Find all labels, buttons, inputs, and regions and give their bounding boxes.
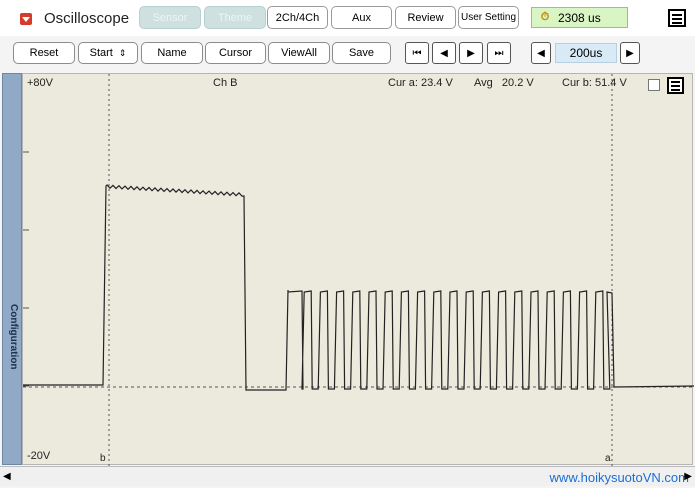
save-button[interactable]: Save [332, 42, 391, 64]
scope-display[interactable]: +80V Ch B Cur a: 23.4 V Avg 20.2 V Cur b… [22, 73, 694, 466]
last-icon[interactable]: ⏭ [487, 42, 511, 64]
waveform-plot [23, 74, 694, 466]
watermark: www.hoikysuotoVN.com [549, 470, 689, 485]
tab-theme: Theme [204, 6, 266, 29]
average-readout: Avg 20.2 V [474, 77, 534, 89]
channel-label: Ch B [213, 77, 238, 89]
configuration-panel-tab[interactable]: Configuration [2, 73, 22, 465]
tab-review[interactable]: Review [395, 6, 456, 29]
first-icon[interactable]: ⏮ [405, 42, 429, 64]
start-button-label: Start [89, 47, 113, 59]
updown-icon: ⇕ [118, 47, 127, 58]
time-display-value: 2308 us [558, 10, 601, 25]
viewall-button[interactable]: ViewAll [268, 42, 330, 64]
scope-checkbox[interactable] [648, 79, 660, 91]
scroll-right-icon[interactable]: ▶ [684, 471, 692, 482]
configuration-label: Configuration [8, 304, 19, 370]
scroll-left-icon[interactable]: ◀ [3, 471, 11, 482]
tab-sensor: Sensor [139, 6, 201, 29]
tab-2ch-4ch[interactable]: 2Ch/4Ch [267, 6, 328, 29]
time-display: ⏱ 2308 us [531, 7, 628, 28]
start-button[interactable]: Start ⇕ [78, 42, 138, 64]
bottom-voltage-label: -20V [27, 450, 51, 462]
main-menu-icon[interactable] [668, 9, 686, 27]
reset-button[interactable]: Reset [13, 42, 75, 64]
cursor-b-readout: Cur b: 51.4 V [562, 77, 627, 89]
top-voltage-label: +80V [27, 77, 53, 89]
next-icon[interactable]: ▶ [459, 42, 483, 64]
name-button[interactable]: Name [141, 42, 203, 64]
timebase-decrease-icon[interactable]: ◀ [531, 42, 551, 64]
channel-b-trace [23, 184, 694, 391]
oscilloscope-window: Oscilloscope Sensor Theme 2Ch/4Ch Aux Re… [0, 0, 695, 488]
top-bar: Oscilloscope Sensor Theme 2Ch/4Ch Aux Re… [0, 0, 695, 36]
cursor-b-marker[interactable]: b [100, 453, 106, 464]
horizontal-scrollbar[interactable]: ◀ www.hoikysuotoVN.com ▶ [0, 466, 695, 486]
app-menu-icon[interactable] [20, 13, 32, 25]
prev-icon[interactable]: ◀ [432, 42, 456, 64]
cursor-a-readout: Cur a: 23.4 V [388, 77, 453, 89]
cursor-button[interactable]: Cursor [205, 42, 266, 64]
timebase-increase-icon[interactable]: ▶ [620, 42, 640, 64]
timebase-value: 200us [555, 43, 617, 63]
trigger-timer-icon: ⏱ [540, 11, 550, 23]
tab-user-setting[interactable]: User Setting [458, 6, 519, 29]
cursor-a-marker[interactable]: a [605, 453, 611, 464]
scope-menu-icon[interactable] [667, 77, 684, 94]
tab-aux[interactable]: Aux [331, 6, 392, 29]
app-title: Oscilloscope [44, 10, 130, 27]
